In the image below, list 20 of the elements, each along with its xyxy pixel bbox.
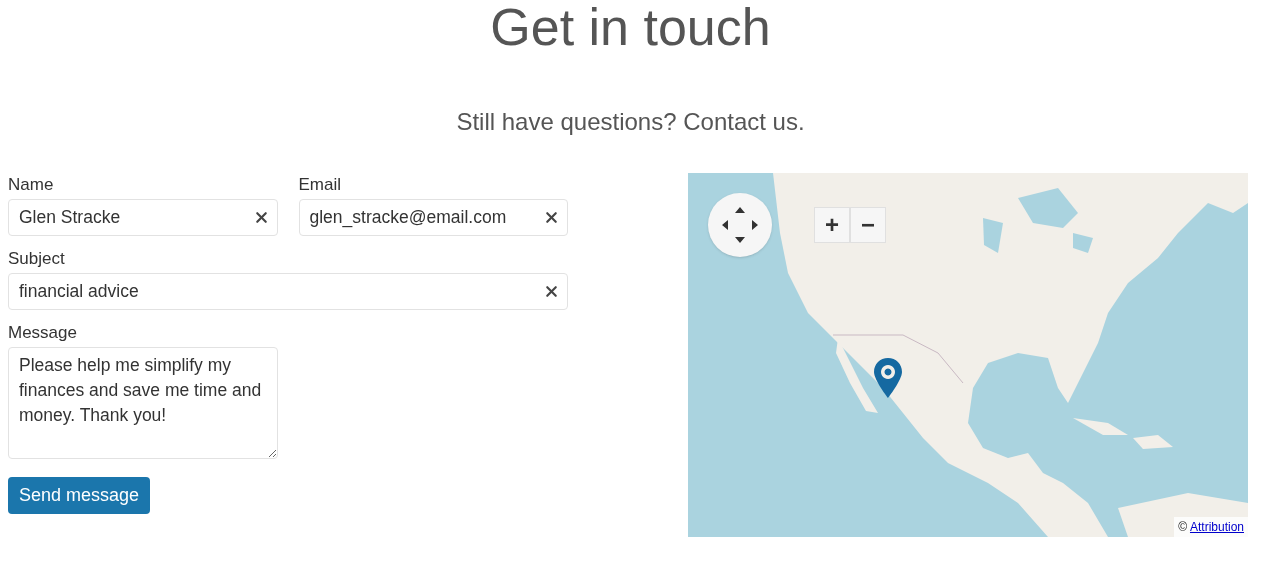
field-label: Subject — [8, 248, 66, 270]
clear-icon[interactable] — [543, 283, 560, 300]
zoom-out-button[interactable]: − — [850, 207, 886, 243]
subtitle: Still have questions? Contact us. — [456, 107, 805, 137]
pan-arrows-icon — [720, 205, 760, 245]
field-label: Email — [298, 174, 342, 196]
input-field[interactable]: Glen Stracke — [8, 199, 278, 236]
send-button[interactable]: Send message — [8, 477, 151, 514]
zoom-in-button[interactable]: + — [814, 207, 850, 243]
location-pin-icon — [874, 358, 902, 398]
input-field[interactable]: financial advice — [8, 273, 568, 310]
page-heading: Get in touch — [490, 0, 771, 55]
attribution-link[interactable]: Attribution — [1189, 518, 1244, 536]
copyright-mark: © — [1178, 519, 1187, 536]
clear-icon[interactable] — [543, 209, 560, 226]
message-field[interactable]: Please help me simplify my finances and save me time and money. Thank you! — [8, 347, 278, 459]
field-label: Message — [8, 322, 78, 344]
map[interactable]: + − © Attribution — [688, 173, 1248, 537]
input-field[interactable]: glen_stracke@email.com — [298, 199, 568, 236]
field-label: Name — [8, 174, 55, 196]
